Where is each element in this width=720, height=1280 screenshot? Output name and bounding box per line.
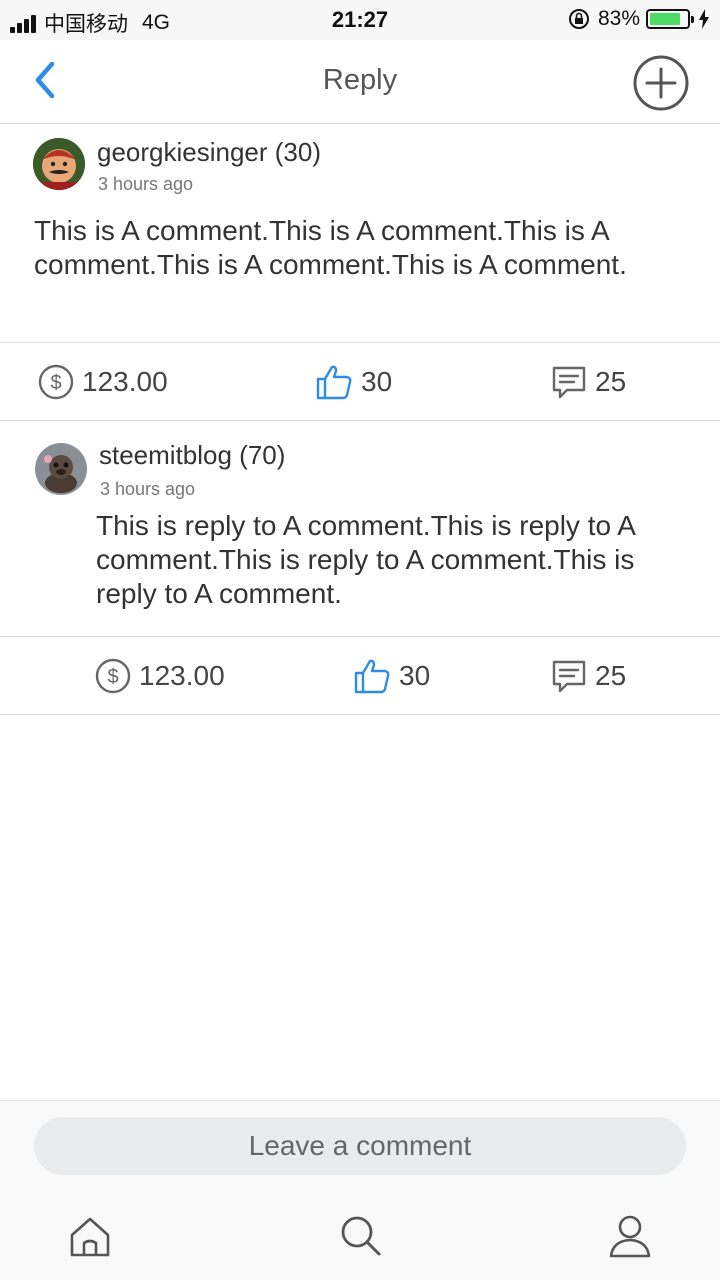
payout-value: 123.00 — [139, 660, 225, 691]
like-count: 30 — [361, 366, 393, 397]
like-count: 30 — [399, 660, 431, 691]
reply-actions: $ 123.00 30 25 — [0, 637, 720, 715]
dollar-icon: $ — [95, 658, 131, 694]
tab-home[interactable] — [65, 1211, 115, 1261]
battery-icon — [646, 9, 694, 29]
battery-fill — [650, 13, 680, 25]
like-button[interactable]: 30 — [353, 637, 430, 715]
svg-text:$: $ — [50, 372, 61, 394]
like-button[interactable]: 30 — [315, 343, 392, 421]
navigation-bar: Reply — [0, 40, 720, 124]
battery-percent: 83% — [597, 7, 640, 30]
payout-value: 123.00 — [82, 366, 168, 397]
status-right: 83% — [568, 7, 710, 31]
comment-card: georgkiesinger (30) 3 hours ago This is … — [0, 125, 720, 343]
plus-circle-icon — [633, 55, 689, 111]
reply-button[interactable]: 25 — [551, 343, 626, 421]
avatar[interactable] — [35, 443, 87, 495]
avatar[interactable] — [33, 138, 85, 190]
charging-icon — [699, 9, 709, 29]
profile-icon — [609, 1215, 651, 1258]
avatar-image — [35, 443, 87, 495]
comment-time: 3 hours ago — [98, 174, 194, 194]
comment-body: This is A comment.This is A comment.This… — [34, 215, 627, 280]
page-title: Reply — [322, 64, 398, 96]
status-bar: 中国移动 4G 21:27 83% — [0, 0, 720, 40]
thumbs-up-icon — [354, 659, 390, 694]
svg-text:$: $ — [107, 666, 118, 688]
payout-button[interactable]: $ 123.00 — [38, 343, 168, 421]
reply-time: 3 hours ago — [100, 479, 196, 499]
dollar-icon: $ — [38, 364, 74, 400]
reply-card: steemitblog (70) 3 hours ago This is rep… — [0, 421, 720, 637]
comment-icon — [552, 366, 586, 399]
comment-icon — [552, 660, 586, 693]
avatar-image — [33, 138, 85, 190]
tab-profile[interactable] — [605, 1211, 655, 1261]
reply-body: This is reply to A comment.This is reply… — [96, 510, 635, 609]
bottom-bar: Leave a comment — [0, 1100, 720, 1280]
thumbs-up-icon — [316, 365, 352, 400]
payout-button[interactable]: $ 123.00 — [95, 637, 225, 715]
reply-username[interactable]: steemitblog (70) — [99, 440, 285, 471]
tab-search[interactable] — [336, 1211, 386, 1261]
home-icon — [70, 1217, 110, 1257]
orientation-lock-icon — [568, 9, 589, 29]
reply-count: 25 — [595, 366, 627, 397]
comment-username[interactable]: georgkiesinger (30) — [97, 137, 321, 168]
reply-count: 25 — [595, 660, 627, 691]
search-icon — [341, 1216, 381, 1256]
add-button[interactable] — [632, 54, 690, 112]
reply-button[interactable]: 25 — [551, 637, 626, 715]
comment-input[interactable]: Leave a comment — [34, 1117, 686, 1175]
comment-actions: $ 123.00 30 25 — [0, 343, 720, 421]
